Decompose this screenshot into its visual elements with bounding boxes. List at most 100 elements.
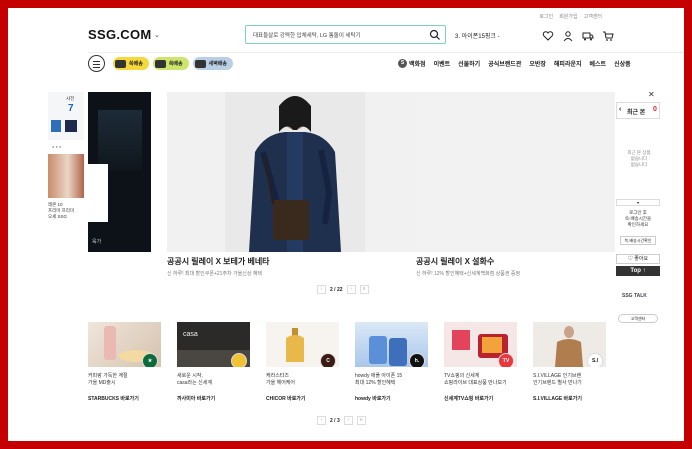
nav-item-new[interactable]: 신상품 <box>614 59 631 68</box>
sidebar-login-text: 로그인 후 쓱-배송시간을 확인하세요 <box>624 210 652 227</box>
brand-card-casamia[interactable]: casa ● 새로운 시작, casa라는 신세계 까사미아 바로가기 <box>177 322 250 402</box>
dawn-delivery-pill[interactable]: 새벽배송 <box>192 57 234 70</box>
hero-banner[interactable] <box>167 92 615 252</box>
delivery-pills: 쓱배송 쓱배송 새벽배송 <box>113 57 234 70</box>
brand-text: TV쇼핑의 신세계 쇼핑라이브 대표상품 만나보기 <box>444 373 507 386</box>
signup-link[interactable]: 회원가입 <box>559 13 577 20</box>
header-icons <box>542 29 614 42</box>
pause-icon[interactable]: ıı <box>359 285 369 294</box>
ssg-talk-button[interactable]: SSG TALK <box>622 294 647 299</box>
hero-left-subtitle: 신 하루! 최대 할인쿠폰+21주차 가을신상 혜택 <box>167 271 263 277</box>
hero-page-number: 2 / 22 <box>330 286 343 293</box>
brand-link[interactable]: CHICOR 바로가기 <box>266 395 339 402</box>
brand-link[interactable]: S.I.VILLAGE 바로가기 <box>533 395 606 402</box>
nav-item-event[interactable]: 이벤트 <box>434 59 451 68</box>
main-nav: S 백화점 이벤트 선물하기 공식브랜드관 오반장 해피라운지 베스트 신상품 <box>398 59 631 68</box>
customer-center-button[interactable]: 고객센터 <box>618 314 658 323</box>
brand-link[interactable]: 신세계TV쇼핑 바로가기 <box>444 395 517 402</box>
login-link[interactable]: 로그인 <box>539 13 553 20</box>
nav-item-gift[interactable]: 선물하기 <box>458 59 480 68</box>
hamburger-line <box>93 64 100 65</box>
hamburger-line <box>93 67 100 68</box>
chicor-logo-icon: C <box>320 353 336 367</box>
brand-image: casa ● <box>177 322 250 367</box>
brand-image: TV <box>444 322 517 367</box>
recent-empty-text: 최근 본 상품 없습니다 없습니다 <box>627 150 651 167</box>
left-partial-banner[interactable]: 사전 7 ● ● ● 레몬 10 프리미 프리미 오세 SSG <box>46 92 88 232</box>
user-icon[interactable] <box>562 29 574 42</box>
close-icon[interactable]: ✕ <box>648 90 655 99</box>
brand-image: C <box>266 322 339 367</box>
delivery-time-button[interactable]: 쓱-배송시간확인 <box>620 236 656 245</box>
banner-image <box>98 110 142 170</box>
hero-pager: ‹ 2 / 22 › ıı <box>317 285 369 294</box>
heart-icon[interactable] <box>542 29 554 41</box>
recent-viewed-box[interactable]: ‹ 최근 본 0 <box>616 102 660 119</box>
brand-card-sivillage[interactable]: S.I S.I.VILLAGE 인기브랜 인기브랜드 별사 만나기 S.I.VI… <box>533 322 606 402</box>
search-icon[interactable] <box>429 29 441 41</box>
partial-card-label: 사전 <box>66 96 75 101</box>
chevron-down-icon[interactable]: ⌄ <box>154 31 160 39</box>
nav-item-department[interactable]: S 백화점 <box>398 59 426 68</box>
hero-left-title: 공공시 릴레이 X 보테가 베네타 <box>167 257 270 266</box>
nav-item-happy-lounge[interactable]: 해피라운지 <box>554 59 582 68</box>
hamburger-icon <box>93 61 100 62</box>
howdy-logo-icon: h. <box>409 353 425 367</box>
prev-icon[interactable]: ‹ <box>317 285 326 294</box>
brand-image: h. <box>355 322 428 367</box>
brand-text: howdy 애플 아이폰 15 최대 12% 할인혜택 <box>355 373 403 386</box>
brand-card-howdy[interactable]: h. howdy 애플 아이폰 15 최대 12% 할인혜택 howdy 바로가… <box>355 322 428 402</box>
customer-center-link[interactable]: 고객센터 <box>584 13 602 20</box>
brand-card-shinsegae-tv[interactable]: TV TV쇼핑의 신세계 쇼핑라이브 대표상품 만나보기 신세계TV쇼핑 바로가… <box>444 322 517 402</box>
pause-icon[interactable]: ıı <box>356 416 366 425</box>
delivery-truck-icon[interactable] <box>582 29 594 41</box>
menu-button[interactable] <box>88 55 105 72</box>
pill-label: 쓱배송 <box>129 61 143 67</box>
hero-right-caption[interactable]: 공공시 릴레이 X 설화수 신 하루! 12% 할인혜택+신세계백화점 상품권 … <box>416 256 520 277</box>
next-icon[interactable]: › <box>343 416 353 425</box>
brand-card-chicor[interactable]: C 케라스타즈 가을 헤어케어 CHICOR 바로가기 <box>266 322 339 402</box>
ssg-delivery-pill[interactable]: 쓱배송 <box>113 57 149 70</box>
brand-link[interactable]: howdy 바로가기 <box>355 395 428 402</box>
chevron-down-icon[interactable]: ▾ <box>616 199 660 206</box>
banner-card <box>88 164 108 222</box>
pill-label: 쓱배송 <box>168 61 183 67</box>
like-button[interactable]: ♡ 좋아요 <box>616 254 660 264</box>
sivillage-logo-icon: S.I <box>587 353 603 367</box>
next-icon[interactable]: › <box>346 285 356 294</box>
casamia-logo-icon: ● <box>231 353 247 367</box>
search-input[interactable]: 대표들살로 강력한 입체세탁, LG 통돌이 세탁기 <box>253 31 361 39</box>
brand-image: S.I <box>533 322 606 367</box>
top-label: Top <box>630 268 641 274</box>
hero-right-subtitle: 신 하루! 12% 할인혜택+신세계백화점 상품권 증정 <box>416 271 521 277</box>
hero-right-panel <box>416 92 615 252</box>
cart-icon[interactable] <box>602 29 614 41</box>
nav-item-official-brand[interactable]: 공식브랜드관 <box>488 59 521 68</box>
brand-link[interactable]: 까사미아 바로가기 <box>177 395 250 402</box>
search-box[interactable]: 대표들살로 강력한 입체세탁, LG 통돌이 세탁기 <box>245 25 446 44</box>
truck-icon <box>154 59 166 68</box>
hero-right-title: 공공시 릴레이 X 설화수 <box>416 257 495 266</box>
brand-list: ★ 커피랑 가득한 계절 가을 MD출시 STARBUCKS 바로가기 casa… <box>88 322 606 402</box>
brand-image: ★ <box>88 322 161 367</box>
shinsegae-tv-logo-icon: TV <box>498 353 514 367</box>
top-button[interactable]: Top ↑ <box>616 266 660 276</box>
brand-text: 커피랑 가득한 계절 가을 MD출시 <box>88 373 128 386</box>
nav-item-obanjang[interactable]: 오반장 <box>529 59 546 68</box>
prev-icon[interactable]: ‹ <box>317 416 326 425</box>
chevron-left-icon[interactable]: ‹ <box>619 106 621 113</box>
dark-banner[interactable]: 육가 <box>88 92 151 252</box>
model-image <box>225 92 365 252</box>
ssg-delivery-plus-pill[interactable]: 쓱배송 <box>152 57 189 70</box>
partial-card-number: 7 <box>68 103 74 114</box>
util-links: 로그인 회원가입 고객센터 <box>539 13 602 20</box>
starbucks-logo-icon: ★ <box>142 353 158 367</box>
truck-icon <box>194 59 206 68</box>
nav-item-best[interactable]: 베스트 <box>590 59 607 68</box>
brand-link[interactable]: STARBUCKS 바로가기 <box>88 395 161 402</box>
brand-text: S.I.VILLAGE 인기브랜 인기브랜드 별사 만나기 <box>533 373 582 386</box>
popular-ranking[interactable]: 3. 아이폰15핑크 - <box>455 31 500 40</box>
logo[interactable]: SSG.COM <box>88 27 152 42</box>
brand-card-starbucks[interactable]: ★ 커피랑 가득한 계절 가을 MD출시 STARBUCKS 바로가기 <box>88 322 161 402</box>
hero-left-caption[interactable]: 공공시 릴레이 X 보테가 베네타 신 하루! 최대 할인쿠폰+21주차 가을신… <box>167 256 270 277</box>
